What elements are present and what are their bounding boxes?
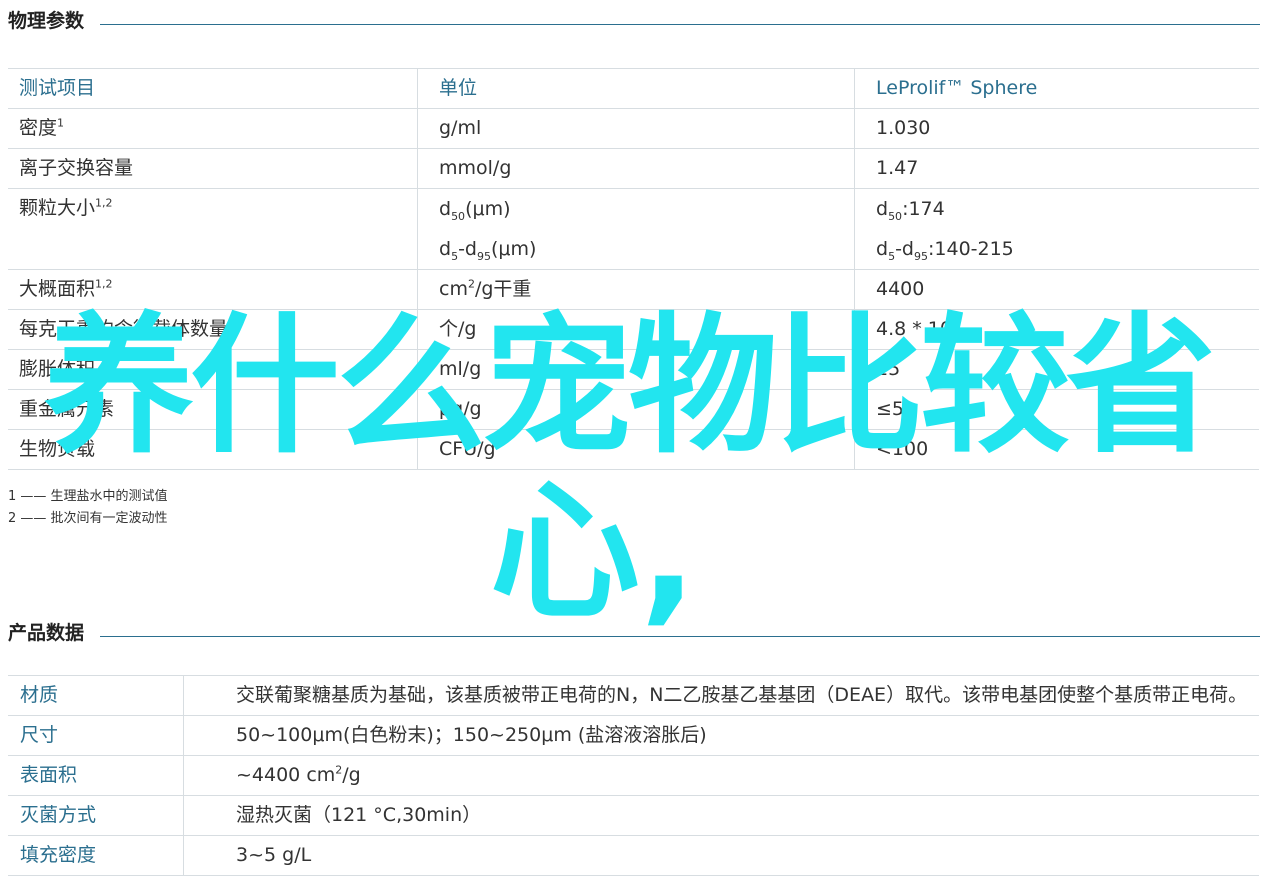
watermark-text: 养什么宠物比较省 bbox=[44, 300, 1216, 474]
value-line: d50:174 bbox=[876, 198, 945, 223]
footnote: 2 —— 批次间有一定波动性 bbox=[8, 511, 168, 526]
table-row: 填充密度 3~5 g/L bbox=[8, 835, 1259, 876]
table-cell-value: ~4400 cm2/g bbox=[183, 755, 1259, 796]
section-divider bbox=[100, 23, 1260, 25]
product-data-table: 材质 交联葡聚糖基质为基础，该基质被带正电荷的N，N二乙胺基乙基基团（DEAE）… bbox=[8, 675, 1259, 876]
table-cell-value: 交联葡聚糖基质为基础，该基质被带正电荷的N，N二乙胺基乙基基团（DEAE）取代。… bbox=[183, 675, 1259, 716]
table-row: 材质 交联葡聚糖基质为基础，该基质被带正电荷的N，N二乙胺基乙基基团（DEAE）… bbox=[8, 675, 1259, 716]
table-row: 离子交换容量 mmol/g 1.47 bbox=[8, 148, 1259, 189]
table-cell-unit: mmol/g bbox=[417, 148, 855, 189]
table-row: 尺寸 50~100μm(白色粉末)；150~250μm (盐溶液溶胀后) bbox=[8, 715, 1259, 756]
table-cell-key: 灭菌方式 bbox=[8, 795, 184, 836]
table-cell-key: 表面积 bbox=[8, 755, 184, 796]
table-header-row: 测试项目 单位 LeProlif™ Sphere bbox=[8, 68, 1259, 109]
table-row: 颗粒大小1,2 d50(μm) d5-d95(μm) d50:174 d5-d9… bbox=[8, 188, 1259, 270]
table-cell-unit: g/ml bbox=[417, 108, 855, 149]
table-cell-value: 湿热灭菌（121 °C,30min） bbox=[183, 795, 1259, 836]
table-cell-value: 1.030 bbox=[854, 108, 1259, 149]
table-cell-value: 50~100μm(白色粉末)；150~250μm (盐溶液溶胀后) bbox=[183, 715, 1259, 756]
table-cell-key: 材质 bbox=[8, 675, 184, 716]
section-title: 产品数据 bbox=[8, 621, 85, 644]
footnotes: 1 —— 生理盐水中的测试值 2 —— 批次间有一定波动性 bbox=[8, 486, 168, 530]
unit-line: d5-d95(μm) bbox=[439, 238, 537, 263]
watermark-text: 心, bbox=[490, 466, 697, 640]
section-title: 物理参数 bbox=[8, 9, 85, 32]
section-header-physical: 物理参数 bbox=[8, 4, 1260, 34]
table-row: 灭菌方式 湿热灭菌（121 °C,30min） bbox=[8, 795, 1259, 836]
table-cell-value: 3~5 g/L bbox=[183, 835, 1259, 876]
table-cell-key: 尺寸 bbox=[8, 715, 184, 756]
table-cell-unit: d50(μm) d5-d95(μm) bbox=[417, 188, 855, 270]
table-cell-item: 颗粒大小1,2 bbox=[8, 188, 418, 270]
table-cell-key: 填充密度 bbox=[8, 835, 184, 876]
table-row: 表面积 ~4400 cm2/g bbox=[8, 755, 1259, 796]
unit-line: d50(μm) bbox=[439, 198, 511, 223]
table-row: 密度1 g/ml 1.030 bbox=[8, 108, 1259, 149]
footnote: 1 —— 生理盐水中的测试值 bbox=[8, 489, 168, 504]
table-cell-item: 密度1 bbox=[8, 108, 418, 149]
value-line: d5-d95:140-215 bbox=[876, 238, 1014, 263]
table-cell-value: 1.47 bbox=[854, 148, 1259, 189]
table-cell-value: d50:174 d5-d95:140-215 bbox=[854, 188, 1259, 270]
column-header: 测试项目 bbox=[8, 68, 418, 109]
table-cell-item: 离子交换容量 bbox=[8, 148, 418, 189]
column-header: LeProlif™ Sphere bbox=[854, 68, 1259, 109]
column-header: 单位 bbox=[417, 68, 855, 109]
